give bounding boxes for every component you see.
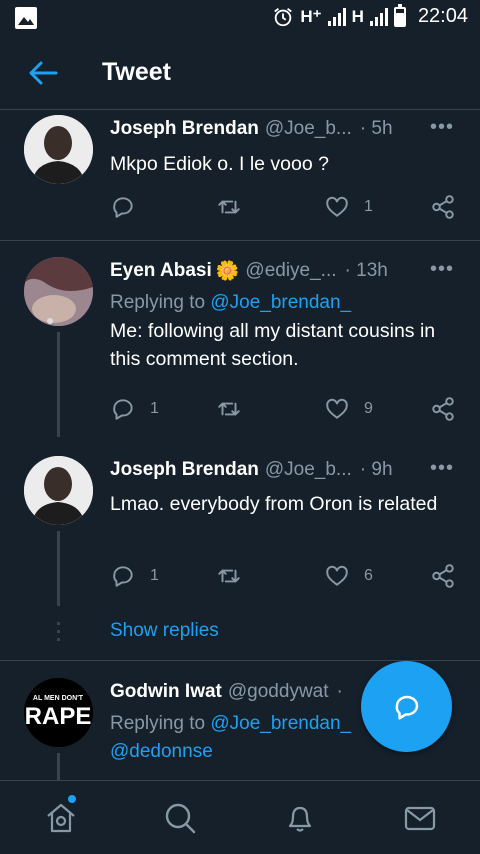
- home-notification-dot: [68, 795, 76, 803]
- battery-icon: [393, 3, 406, 27]
- like-count: 9: [364, 400, 373, 417]
- reply-icon: [113, 197, 133, 218]
- like-button[interactable]: 1: [324, 194, 373, 220]
- like-button[interactable]: 6: [324, 563, 373, 589]
- bell-icon[interactable]: [283, 801, 317, 835]
- reply-icon: [113, 399, 133, 420]
- gallery-notification-icon: [15, 7, 37, 29]
- like-count: 1: [364, 198, 373, 215]
- author-handle[interactable]: @Joe_b...: [265, 459, 352, 481]
- avatar[interactable]: [24, 115, 93, 184]
- reply-icon: [113, 566, 133, 587]
- author-handle[interactable]: @Joe_b...: [265, 118, 352, 140]
- clock: 22:04: [417, 5, 468, 27]
- status-bar: H⁺ H 22:04: [0, 0, 480, 36]
- share-button[interactable]: [430, 563, 456, 589]
- reply-count: 1: [150, 567, 159, 584]
- alarm-icon: [274, 7, 293, 26]
- back-arrow-icon[interactable]: [26, 58, 60, 88]
- tweet[interactable]: Joseph Brendan @Joe_b... · 9h ••• Lmao. …: [0, 441, 480, 611]
- network-type-1: H⁺: [300, 6, 322, 26]
- search-icon[interactable]: [163, 801, 197, 835]
- like-button[interactable]: 9: [324, 396, 373, 422]
- thread-line: [57, 531, 60, 606]
- author-name[interactable]: Joseph Brendan: [110, 459, 259, 481]
- tweet-time: · 13h: [344, 260, 388, 281]
- more-options-button[interactable]: •••: [430, 457, 454, 480]
- retweet-icon: [218, 200, 240, 214]
- tweet[interactable]: Eyen Abasi 🌼 @ediye_... · 13h ••• Replyi…: [0, 241, 480, 441]
- like-icon: [326, 398, 348, 419]
- replying-to-label: Replying to: [110, 292, 206, 313]
- tweet-text: Mkpo Ediok o. I le vooo ?: [110, 153, 329, 175]
- compose-reply-icon: [395, 695, 418, 719]
- thread-line: [57, 753, 60, 780]
- tweet-text: Lmao. everybody from Oron is related: [110, 493, 438, 515]
- more-options-button[interactable]: •••: [430, 116, 454, 139]
- author-name[interactable]: Eyen Abasi: [110, 260, 212, 282]
- retweet-button[interactable]: [216, 563, 242, 589]
- like-icon: [326, 565, 348, 586]
- signal-icon-2: [369, 7, 388, 26]
- reply-count: 1: [150, 400, 159, 417]
- replying-to: Replying to @Joe_brendan_: [110, 289, 454, 317]
- share-button[interactable]: [430, 396, 456, 422]
- author-handle[interactable]: @goddywat: [228, 681, 329, 703]
- bottom-navigation: [0, 780, 480, 854]
- compose-reply-button[interactable]: [361, 661, 452, 752]
- more-options-button[interactable]: •••: [430, 258, 454, 281]
- share-icon: [432, 397, 454, 421]
- top-app-bar: Tweet: [0, 36, 480, 110]
- author-name[interactable]: Godwin Iwat: [110, 681, 222, 703]
- avatar-text-main: RAPE: [25, 703, 92, 730]
- avatar[interactable]: AL MEN DON'T RAPE: [24, 678, 93, 747]
- avatar[interactable]: [24, 257, 93, 326]
- retweet-icon: [218, 569, 240, 583]
- tweet-time: · 5h: [359, 118, 393, 139]
- retweet-button[interactable]: [216, 396, 242, 422]
- tweet[interactable]: Joseph Brendan @Joe_b... · 5h ••• Mkpo E…: [0, 110, 480, 240]
- show-replies-link[interactable]: Show replies: [110, 620, 219, 642]
- like-count: 6: [364, 567, 373, 584]
- reply-button[interactable]: 1: [110, 563, 159, 589]
- tweet-time: · 9h: [359, 459, 393, 480]
- author-handle[interactable]: @ediye_...: [245, 260, 336, 282]
- flower-emoji: 🌼: [215, 261, 240, 282]
- home-icon[interactable]: [44, 801, 78, 835]
- tweet-time: ·: [336, 681, 343, 702]
- author-name[interactable]: Joseph Brendan: [110, 118, 259, 140]
- share-icon: [432, 564, 454, 588]
- reply-button[interactable]: [110, 194, 136, 220]
- replying-to-label: Replying to: [110, 713, 206, 734]
- share-button[interactable]: [430, 194, 456, 220]
- retweet-button[interactable]: [216, 194, 242, 220]
- retweet-icon: [218, 402, 240, 416]
- mention-link[interactable]: @Joe_brendan_: [210, 713, 351, 734]
- mail-icon[interactable]: [403, 801, 437, 835]
- reply-button[interactable]: 1: [110, 396, 159, 422]
- share-icon: [432, 195, 454, 219]
- page-title: Tweet: [102, 58, 171, 86]
- signal-icon: [327, 7, 346, 26]
- tweet-text: Me: following all my distant cousins in …: [110, 320, 436, 370]
- mention-link[interactable]: @dedonnse: [110, 741, 213, 762]
- like-icon: [326, 196, 348, 217]
- thread-line: [57, 332, 60, 437]
- network-type-2: H: [351, 6, 364, 26]
- avatar[interactable]: [24, 456, 93, 525]
- mention-link[interactable]: @Joe_brendan_: [210, 292, 351, 313]
- avatar-text-top: AL MEN DON'T: [33, 695, 84, 702]
- thread-dots: [57, 622, 60, 646]
